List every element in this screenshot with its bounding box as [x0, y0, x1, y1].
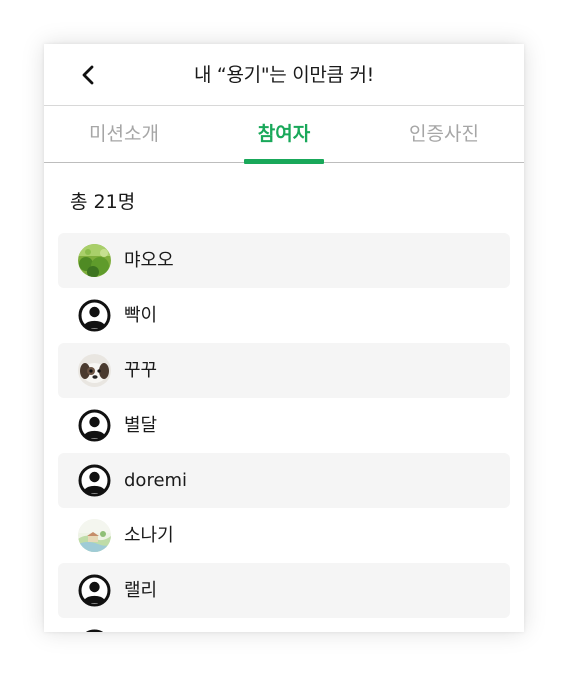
landscape-photo-avatar — [78, 519, 111, 552]
default-user-icon — [78, 409, 111, 442]
page-title: 내 “용기"는 이만큼 커! — [194, 64, 374, 86]
tab-bar: 미션소개 참여자 인증사진 — [44, 106, 524, 163]
participant-row[interactable]: 별달 — [58, 398, 510, 453]
default-user-icon — [78, 464, 111, 497]
participant-row[interactable]: 랠리 — [58, 563, 510, 618]
participant-name: 소나기 — [124, 525, 174, 546]
participant-list: 먀오오 빡이 꾸꾸 별달 doremi 소나기 랠리 — [58, 233, 510, 632]
default-user-icon — [78, 629, 111, 632]
participant-row[interactable]: 꾸꾸 — [58, 343, 510, 398]
default-user-icon — [78, 299, 111, 332]
participant-name: doremi — [124, 470, 188, 491]
participant-name: 먀오오 — [124, 250, 174, 271]
grass-photo-avatar — [78, 244, 111, 277]
participant-name: 랠리 — [124, 580, 158, 601]
participant-row[interactable]: 먀오오 — [58, 233, 510, 288]
participant-count: 총 21명 — [70, 191, 136, 213]
participant-name: 빡이 — [124, 305, 158, 326]
default-user-icon — [78, 574, 111, 607]
participant-row[interactable]: 빡이 — [58, 288, 510, 343]
header-bar: 내 “용기"는 이만큼 커! — [44, 44, 524, 106]
app-frame: 내 “용기"는 이만큼 커! 미션소개 참여자 인증사진 총 21명 먀오오 빡… — [44, 44, 524, 632]
dog-photo-avatar — [78, 354, 111, 387]
participant-row[interactable] — [58, 618, 510, 632]
participant-name: 별달 — [124, 415, 158, 436]
participant-row[interactable]: doremi — [58, 453, 510, 508]
participant-name: 꾸꾸 — [124, 360, 158, 381]
active-tab-indicator — [244, 159, 324, 164]
tab-mission-intro[interactable]: 미션소개 — [44, 106, 204, 162]
tab-verification-photos[interactable]: 인증사진 — [364, 106, 524, 162]
participant-row[interactable]: 소나기 — [58, 508, 510, 563]
tab-participants[interactable]: 참여자 — [204, 106, 364, 162]
